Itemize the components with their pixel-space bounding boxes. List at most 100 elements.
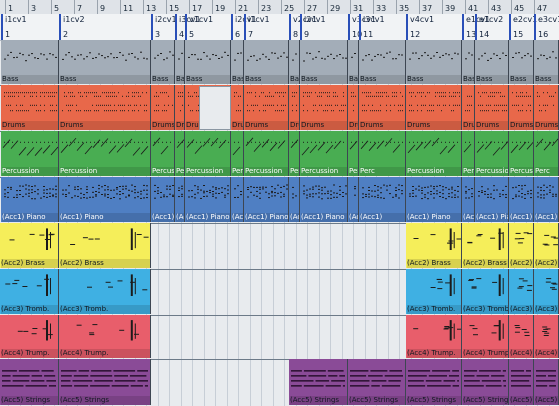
- part-percussion[interactable]: Percussion: [475, 131, 509, 176]
- part-brass[interactable]: (Acc2): [509, 223, 534, 268]
- marker-4[interactable]: i3cv1 4: [175, 14, 201, 40]
- part-bass[interactable]: Bass: [175, 40, 185, 84]
- part-percussion[interactable]: Percussion: [406, 131, 462, 176]
- part-drums[interactable]: Drums: [1, 85, 59, 130]
- marker-7[interactable]: i1cv1 7: [244, 14, 289, 40]
- part-piano[interactable]: (Acc1): [175, 177, 185, 222]
- part-trump[interactable]: (Acc4): [534, 315, 559, 358]
- part-tromb[interactable]: (Acc3) Tromb.: [0, 269, 59, 314]
- part-tromb[interactable]: (Acc3): [509, 269, 534, 314]
- part-strings[interactable]: (Acc5) Strings: [462, 359, 509, 405]
- marker-3[interactable]: i2cv1 3: [151, 14, 177, 40]
- part-trump[interactable]: (Acc4): [509, 315, 534, 358]
- part-bass[interactable]: Bass: [359, 40, 406, 84]
- marker-5[interactable]: v1cv1 5: [185, 14, 231, 40]
- part-strings[interactable]: (Acc5): [509, 359, 534, 405]
- part-drums[interactable]: Drums: [231, 85, 244, 130]
- part-strings[interactable]: (Acc5) Strings: [406, 359, 462, 405]
- part-brass[interactable]: (Acc2) Brass: [406, 223, 462, 268]
- marker-15[interactable]: e2cv1 15: [509, 14, 537, 40]
- part-drums[interactable]: Drums: [59, 85, 151, 130]
- part-tromb[interactable]: (Acc3) Tromb.: [59, 269, 151, 314]
- marker-10[interactable]: v3cv1 10: [348, 14, 376, 40]
- part-drums[interactable]: Drums: [175, 85, 185, 130]
- part-piano[interactable]: (Acc1) Piano: [244, 177, 289, 222]
- part-percussion[interactable]: Percussion: [1, 131, 59, 176]
- part-drums[interactable]: Drums: [348, 85, 359, 130]
- marker-track[interactable]: i1cv1 1 i1cv2 2 i2cv1 3 i3cv1 4 v1cv1 5 i2cv1 6 i1cv…: [0, 14, 559, 41]
- part-drums[interactable]: Drums: [289, 85, 300, 130]
- part-bass[interactable]: Bass: [289, 40, 300, 84]
- part-bass[interactable]: Bass: [1, 40, 59, 84]
- part-piano[interactable]: (Acc1): [151, 177, 175, 222]
- part-bass[interactable]: Bass: [151, 40, 175, 84]
- arrangement-editor[interactable]: 1 3 5 7 9 11 13 15 17 19 21 23 25 27 29 31 33 35 37 39 41 43 4…: [0, 0, 559, 406]
- part-piano[interactable]: (Acc1): [359, 177, 406, 222]
- part-piano[interactable]: (Acc1) Piano: [289, 177, 300, 222]
- part-drums[interactable]: Drums: [151, 85, 175, 130]
- part-percussion[interactable]: Percussion: [151, 131, 175, 176]
- part-piano[interactable]: (Acc1) Piano: [475, 177, 509, 222]
- part-trump[interactable]: (Acc4) Trump.: [59, 315, 151, 358]
- part-bass[interactable]: Bass: [300, 40, 348, 84]
- part-bass[interactable]: Bass: [59, 40, 151, 84]
- part-strings[interactable]: (Acc5) Strings: [59, 359, 151, 405]
- part-piano[interactable]: (Ac: [231, 177, 244, 222]
- part-strings[interactable]: (Acc5) Strings: [0, 359, 59, 405]
- part-percussion[interactable]: Percussion: [59, 131, 151, 176]
- part-trump[interactable]: (Acc4) Trump.: [462, 315, 509, 358]
- part-piano[interactable]: (Acc1) Piano: [185, 177, 231, 222]
- marker-16[interactable]: e3cv1 16: [534, 14, 559, 40]
- marker-11[interactable]: i3cv1 11: [359, 14, 406, 40]
- part-bass[interactable]: Bass: [231, 40, 244, 84]
- marker-8[interactable]: v2cv1 8: [289, 14, 317, 40]
- part-percussion[interactable]: Perc: [175, 131, 185, 176]
- part-piano[interactable]: (Acc1) Piano: [462, 177, 475, 222]
- bar-ruler[interactable]: 1 3 5 7 9 11 13 15 17 19 21 23 25 27 29 31 33 35 37 39 41 43 4…: [0, 0, 559, 15]
- part-brass[interactable]: (Acc2): [534, 223, 559, 268]
- marker-6[interactable]: i2cv1 6: [231, 14, 257, 40]
- part-piano[interactable]: (Acc1) Piano: [348, 177, 359, 222]
- part-drums[interactable]: Drums: [462, 85, 475, 130]
- marker-1[interactable]: i1cv1 1: [1, 14, 59, 40]
- part-strings[interactable]: (Acc5): [534, 359, 559, 405]
- part-brass[interactable]: (Acc2) Brass: [59, 223, 151, 268]
- part-bass[interactable]: Bass: [534, 40, 559, 84]
- part-percussion[interactable]: Perc: [359, 131, 406, 176]
- marker-12[interactable]: v4cv1 12: [406, 14, 462, 40]
- part-strings[interactable]: (Acc5) Strings: [348, 359, 406, 405]
- part-drums[interactable]: Drums: [300, 85, 348, 130]
- part-piano[interactable]: (Acc1): [509, 177, 534, 222]
- part-tromb[interactable]: (Acc3) Tromb.: [462, 269, 509, 314]
- part-bass[interactable]: Bass: [475, 40, 509, 84]
- part-brass[interactable]: (Acc2) Brass: [462, 223, 509, 268]
- part-piano[interactable]: (Acc1): [534, 177, 559, 222]
- part-bass[interactable]: Bass: [185, 40, 231, 84]
- part-piano[interactable]: (Acc1) Piano: [59, 177, 151, 222]
- part-drums[interactable]: Drums: [534, 85, 559, 130]
- part-percussion[interactable]: Percussion: [509, 131, 534, 176]
- part-percussion[interactable]: Perc: [534, 131, 559, 176]
- part-tromb[interactable]: (Acc3) Tromb.: [406, 269, 462, 314]
- part-percussion[interactable]: Percussion: [300, 131, 348, 176]
- part-drums[interactable]: Drums: [406, 85, 462, 130]
- part-trump[interactable]: (Acc4) Trump.: [406, 315, 462, 358]
- marker-13[interactable]: e1cv1 13: [462, 14, 490, 40]
- marker-14[interactable]: e1cv2 14: [475, 14, 509, 40]
- part-percussion[interactable]: Percussion: [348, 131, 359, 176]
- part-drums[interactable]: Drums: [359, 85, 406, 130]
- part-strings[interactable]: (Acc5) Strings: [289, 359, 348, 405]
- part-percussion[interactable]: Percussion: [462, 131, 475, 176]
- part-piano[interactable]: (Acc1) Piano: [406, 177, 462, 222]
- part-trump[interactable]: (Acc4) Trump.: [0, 315, 59, 358]
- part-drums[interactable]: Drums: [509, 85, 534, 130]
- part-bass[interactable]: Bass: [406, 40, 462, 84]
- part-drums[interactable]: Drums: [244, 85, 289, 130]
- part-bass[interactable]: Bass: [244, 40, 289, 84]
- part-percussion[interactable]: Per: [231, 131, 244, 176]
- part-drums[interactable]: Drums: [475, 85, 509, 130]
- marker-9[interactable]: i2cv1 9: [300, 14, 348, 40]
- part-percussion[interactable]: Percussion: [244, 131, 289, 176]
- part-bass[interactable]: Bass: [509, 40, 534, 84]
- marker-2[interactable]: i1cv2 2: [59, 14, 151, 40]
